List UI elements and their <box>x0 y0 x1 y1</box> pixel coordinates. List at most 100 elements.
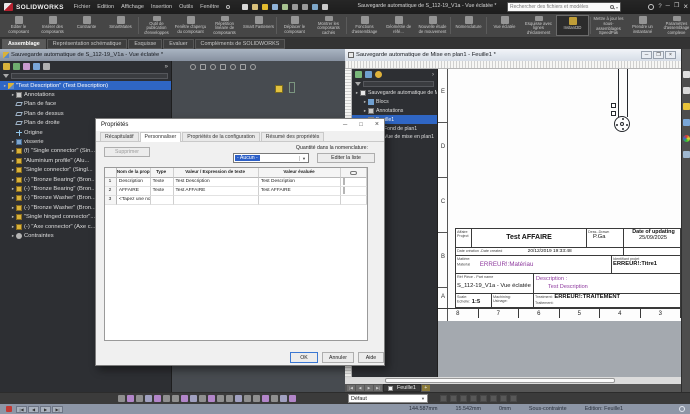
drawing-minimize-button[interactable]: ─ <box>641 51 652 59</box>
link-checkbox[interactable] <box>343 178 345 185</box>
drawing-close-button[interactable]: × <box>665 51 676 59</box>
sketch-fillet-icon[interactable] <box>190 395 197 402</box>
ribbon-button-nomenclature[interactable]: Nomenclature <box>452 15 485 36</box>
ribbon-button-smart-fasteners[interactable]: Smart Fasteners <box>242 15 275 36</box>
tree-item-test-description-test-description[interactable]: ▸"Test Description" (Test Description) <box>0 81 171 90</box>
file-explorer-icon[interactable] <box>683 103 690 110</box>
previous-view-icon[interactable] <box>210 64 216 70</box>
drawing-window-titlebar[interactable]: Sauvegarde automatique de Mise en plan1 … <box>345 49 690 61</box>
link-checkbox[interactable] <box>343 187 345 194</box>
ribbon-button-prendre-un-instantan[interactable]: Prendre un instantané <box>626 15 659 36</box>
line-tool-icon[interactable] <box>127 395 134 402</box>
fix-component-icon[interactable] <box>490 395 497 402</box>
property-type-cell[interactable]: Texte <box>151 187 174 196</box>
expand-panel-icon[interactable]: › <box>432 72 434 78</box>
section-view-icon[interactable] <box>220 64 226 70</box>
previous-sheet-button[interactable]: ◀ <box>356 385 364 391</box>
annotation-favorites-icon[interactable] <box>375 71 382 78</box>
add-sheet-button[interactable]: + <box>422 385 430 391</box>
supprimer-button[interactable]: Supprimer <box>104 147 150 157</box>
filter-funnel-icon[interactable] <box>3 74 9 78</box>
custom-properties-icon[interactable] <box>683 151 690 158</box>
property-name-cell[interactable]: <Tapez une nouvelle pro <box>117 196 151 205</box>
property-type-cell[interactable]: Texte <box>151 178 174 187</box>
expand-panel-icon[interactable]: » <box>165 64 168 70</box>
ribbon-button-esquisse-avec-lignes-d-clatement[interactable]: Esquisse avec lignes d'éclatement <box>522 15 555 36</box>
property-expression-cell[interactable] <box>174 196 259 205</box>
arc-tool-icon[interactable] <box>154 395 161 402</box>
ribbon-button-fonctions-d-assemblage[interactable]: Fonctions d'assemblage <box>348 15 381 36</box>
drawing-sheet[interactable]: EDCBA Affaire Project Test AFFAIRE <box>438 69 681 321</box>
property-expression-cell[interactable]: Test Description <box>174 178 259 187</box>
display-style-icon[interactable] <box>240 64 246 70</box>
ribbon-button-param-tres-d-assemblage-complexe[interactable]: Paramètres d'assemblage complexe <box>660 15 690 36</box>
undo-icon[interactable] <box>292 4 298 10</box>
configuration-dropdown[interactable]: Défaut ▼ <box>348 394 428 403</box>
appearances-icon[interactable] <box>683 135 690 142</box>
search-input[interactable]: Rechercher des fichiers et modèles ▾ <box>507 2 621 12</box>
restore-button[interactable]: ❐ <box>674 2 679 11</box>
sheet-format-icon[interactable] <box>355 71 362 78</box>
ribbon-button-outil-de-publication-d-enveloppes[interactable]: Outil de publication d'enveloppes <box>140 15 173 36</box>
view-orientation-icon[interactable] <box>230 64 236 70</box>
new-file-icon[interactable] <box>242 4 248 10</box>
ribbon-button-montrer-les-composants-cach-s[interactable]: Montrer les composants cachés <box>312 15 345 36</box>
pin-menu-icon[interactable] <box>226 5 230 9</box>
drawing-graphics-area[interactable]: EDCBA Affaire Project Test AFFAIRE <box>438 69 681 377</box>
polygon-tool-icon[interactable] <box>163 395 170 402</box>
tree-item-blocs[interactable]: ▸Blocs <box>352 98 437 107</box>
dialog-close-button[interactable]: × <box>375 120 379 130</box>
ribbon-button-contrainte[interactable]: Contrainte <box>70 15 103 36</box>
dialog-minimize-button[interactable]: ─ <box>343 120 347 130</box>
property-row-affaire[interactable]: 2AFFAIRETexteTest AFFAIRETest AFFAIRE <box>105 187 367 196</box>
close-button[interactable]: × <box>683 2 688 11</box>
ribbon-button-mettre-jour-les-sous-assemblages-speedpa[interactable]: Mettre à jour les sous-assemblages Speed… <box>592 15 625 36</box>
filter-input[interactable] <box>11 73 168 79</box>
ribbon-button-fen-tre-d-aper-u-du-composant[interactable]: Fenêtre d'aperçu du composant <box>174 15 207 36</box>
show-component-icon[interactable] <box>450 395 457 402</box>
ribbon-button-ins-rer-des-composants[interactable]: Insérer des composants <box>36 15 69 36</box>
property-evaluated-cell[interactable]: Test AFFAIRE <box>259 187 341 196</box>
zoom-area-icon[interactable] <box>200 64 206 70</box>
menu-fen-tre[interactable]: Fenêtre <box>200 4 219 10</box>
change-transparency-icon[interactable] <box>460 395 467 402</box>
ribbon-button-d-placer-le-composant[interactable]: Déplacer le composant <box>278 15 311 36</box>
search-icon[interactable] <box>610 5 614 9</box>
web-help-icon[interactable] <box>679 406 685 412</box>
tree-item-annotations[interactable]: ▸Annotations <box>352 107 437 116</box>
ribbon-button-smartmates[interactable]: SmartMates <box>104 15 137 36</box>
zoom-fit-icon[interactable] <box>190 64 196 70</box>
isolate-icon[interactable] <box>470 395 477 402</box>
ellipse-tool-icon[interactable] <box>181 395 188 402</box>
open-file-icon[interactable] <box>252 4 258 10</box>
hide-show-items-icon[interactable] <box>250 64 256 70</box>
move-entities-icon[interactable] <box>244 395 251 402</box>
property-expression-cell[interactable]: Test AFFAIRE <box>174 187 259 196</box>
annuler-button[interactable]: Annuler <box>322 352 354 363</box>
ribbon-button-instant3d[interactable]: Instant3D <box>556 15 589 36</box>
tree-item-annotations[interactable]: ▸Annotations <box>0 90 171 99</box>
go-to-start-button[interactable]: |◀ <box>16 406 27 413</box>
solidworks-resources-icon[interactable] <box>683 71 690 78</box>
offset-entities-icon[interactable] <box>253 395 260 402</box>
property-name-cell[interactable]: Description <box>117 178 151 187</box>
displaymanager-icon[interactable] <box>43 63 50 70</box>
drawing-restore-button[interactable]: ❐ <box>653 51 664 59</box>
property-type-cell[interactable] <box>151 196 174 205</box>
exploded-component-icon[interactable] <box>275 85 283 93</box>
aide-button[interactable]: Aide <box>358 352 384 363</box>
view-palette-icon[interactable] <box>365 71 372 78</box>
menu-affichage[interactable]: Affichage <box>121 4 144 10</box>
save-icon[interactable] <box>262 4 268 10</box>
copy-icon[interactable] <box>282 4 288 10</box>
dialog-tab-propri-t-s-de-la-configuration[interactable]: Propriétés de la configuration <box>182 132 259 141</box>
first-sheet-button[interactable]: |◀ <box>347 385 355 391</box>
menu-fichier[interactable]: Fichier <box>74 4 91 10</box>
dialog-tab-personnaliser[interactable]: Personnaliser <box>140 132 182 142</box>
menu-insertion[interactable]: Insertion <box>151 4 172 10</box>
dialog-maximize-button[interactable]: □ <box>359 120 363 130</box>
circle-tool-icon[interactable] <box>145 395 152 402</box>
property-link-cell[interactable] <box>341 178 367 187</box>
property-evaluated-cell[interactable] <box>259 196 341 205</box>
tab-assemblage[interactable]: Assemblage <box>2 39 46 49</box>
